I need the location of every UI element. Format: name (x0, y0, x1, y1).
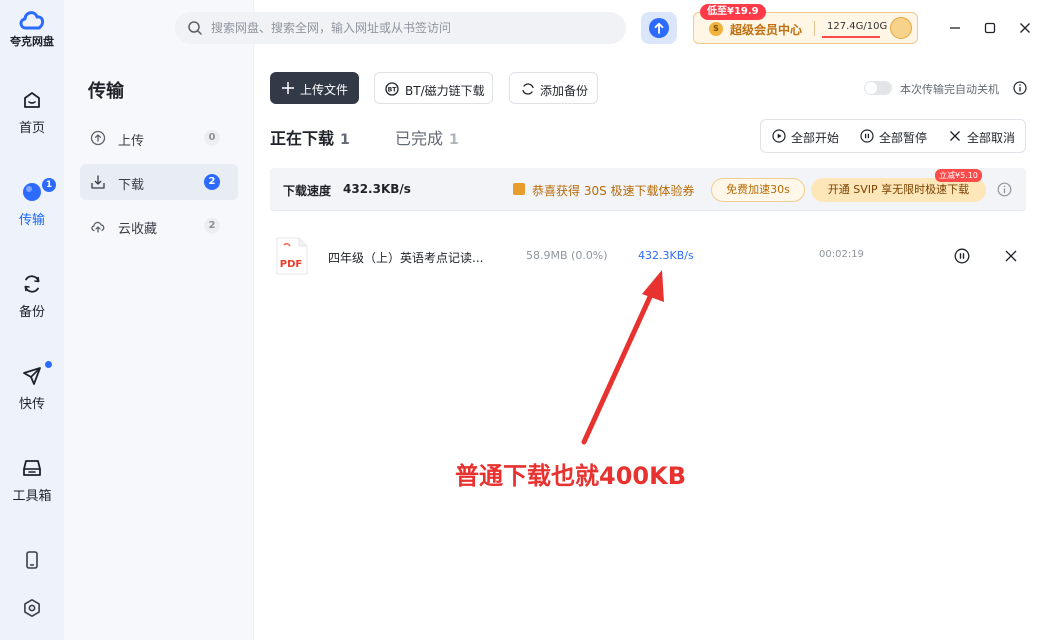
rail-label-toolbox: 工具箱 (12, 489, 52, 504)
rail-label-backup: 备份 (18, 305, 45, 320)
rail-phone-button[interactable] (0, 550, 64, 570)
annotation-arrow (581, 270, 664, 445)
rail-item-toolbox[interactable]: 工具箱 (0, 457, 64, 504)
home-icon (24, 92, 40, 108)
help-icon[interactable] (1013, 81, 1027, 95)
bulk-actions: 全部开始 全部暂停 全部取消 (760, 119, 1026, 153)
close-window-icon[interactable] (1015, 18, 1035, 38)
app-name: 夸克网盘 (10, 35, 54, 48)
vip-price-tag: 低至¥19.9 (700, 4, 766, 20)
upload-icon (90, 130, 106, 146)
rail-settings-button[interactable] (0, 598, 64, 618)
send-icon (23, 367, 41, 385)
free-boost-button[interactable]: 免费加速30s (711, 178, 805, 202)
backup-icon (24, 275, 40, 293)
storage-usage: 127.4G/10G (827, 21, 888, 32)
left-rail: 夸克网盘 首页 1 传输 备份 快传 工具箱 (0, 0, 64, 640)
pdf-file-icon: PDF (276, 237, 308, 275)
sidebar-item-count: 0 (204, 130, 220, 146)
sidebar-item-label: 云收藏 (118, 222, 158, 237)
header-upload-button[interactable] (641, 12, 677, 44)
add-backup-button[interactable]: 添加备份 (509, 72, 598, 104)
transfer-icon (23, 183, 41, 201)
svip-discount-badge: 立减¥5.10 (935, 169, 982, 182)
pdf-label: PDF (280, 259, 302, 270)
bt-magnet-download-button[interactable]: BT BT/磁力链下载 (374, 72, 493, 104)
auto-shutdown-label: 本次传输完自动关机 (900, 83, 999, 96)
rail-item-quick-send[interactable]: 快传 (0, 361, 64, 412)
add-backup-label: 添加备份 (540, 84, 589, 98)
time-remaining: 00:02:19 (819, 249, 864, 260)
annotation-text: 普通下载也就400KB (455, 462, 686, 490)
pause-all-label: 全部暂停 (879, 131, 928, 145)
sidebar-item-download[interactable]: 下载 2 (80, 164, 238, 200)
svg-text:BT: BT (388, 87, 398, 94)
pause-icon[interactable] (954, 248, 970, 264)
plus-icon (282, 82, 294, 94)
download-icon (91, 175, 105, 189)
tab-count: 1 (449, 132, 459, 148)
toolbox-icon (23, 460, 41, 476)
bt-icon: BT (385, 82, 399, 96)
tab-count: 1 (340, 132, 350, 148)
file-name: 四年级（上）英语考点记读... (328, 251, 484, 265)
rail-item-home[interactable]: 首页 (0, 89, 64, 136)
speed-label: 下载速度 (283, 184, 332, 198)
speed-coupon-text: 恭喜获得 30S 极速下载体验券 (532, 184, 695, 198)
rail-item-transfer[interactable]: 1 传输 (0, 178, 64, 228)
cancel-all-label: 全部取消 (967, 131, 1016, 145)
sidebar-item-count: 2 (204, 174, 220, 190)
tab-completed[interactable]: 已完成 1 (395, 125, 459, 149)
app-logo[interactable]: 夸克网盘 (0, 6, 64, 49)
tab-label: 正在下载 (270, 129, 335, 148)
search-icon (188, 21, 202, 35)
sidebar-item-label: 上传 (118, 134, 145, 149)
gift-icon (513, 183, 525, 195)
settings-icon (24, 599, 40, 617)
start-all-label: 全部开始 (791, 131, 840, 145)
info-icon[interactable] (997, 182, 1012, 197)
rail-item-backup[interactable]: 备份 (0, 273, 64, 320)
upload-circle-icon (649, 18, 669, 38)
sidebar-item-upload[interactable]: 上传 0 (80, 120, 238, 156)
search-input[interactable] (211, 12, 611, 44)
auto-shutdown-toggle[interactable] (864, 81, 892, 95)
avatar[interactable] (890, 17, 912, 39)
tab-downloading[interactable]: 正在下载 1 (270, 125, 350, 149)
rail-label-home: 首页 (18, 121, 45, 136)
cloud-upload-icon (91, 221, 105, 233)
speed-value: 432.3KB/s (343, 182, 411, 196)
backup-small-icon (522, 83, 534, 95)
rail-label-transfer: 传输 (18, 213, 45, 228)
sidebar-item-cloud-collect[interactable]: 云收藏 2 (80, 208, 238, 244)
close-icon (950, 131, 960, 141)
transfer-sidebar: 传输 上传 0 下载 2 云收藏 2 (64, 0, 254, 640)
tab-label: 已完成 (395, 129, 444, 148)
sidebar-item-count: 2 (204, 218, 220, 234)
sidebar-title: 传输 (88, 81, 124, 102)
vip-center-label: 超级会员中心 (730, 23, 803, 37)
download-speed-bar: 下载速度 432.3KB/s 恭喜获得 30S 极速下载体验券 免费加速30s … (270, 168, 1026, 211)
pause-circle-icon (860, 129, 874, 143)
cancel-download-icon[interactable] (1004, 249, 1018, 263)
svip-coin-icon: S (709, 22, 723, 36)
toggle-knob (865, 82, 877, 94)
bt-magnet-label: BT/磁力链下载 (405, 84, 485, 98)
play-circle-icon (772, 129, 786, 143)
rail-label-quick-send: 快传 (18, 397, 45, 412)
search-bar[interactable] (175, 12, 626, 44)
sidebar-item-label: 下载 (118, 178, 145, 193)
send-notification-dot (45, 361, 52, 368)
storage-bar (822, 36, 880, 38)
vip-divider (814, 21, 815, 36)
upload-file-button[interactable]: 上传文件 (270, 72, 359, 104)
transfer-badge: 1 (42, 178, 56, 192)
cloud-logo-icon (19, 11, 45, 30)
upload-file-label: 上传文件 (300, 83, 349, 97)
phone-icon (26, 551, 38, 569)
maximize-icon[interactable] (980, 18, 1000, 38)
minimize-icon[interactable] (945, 18, 965, 38)
